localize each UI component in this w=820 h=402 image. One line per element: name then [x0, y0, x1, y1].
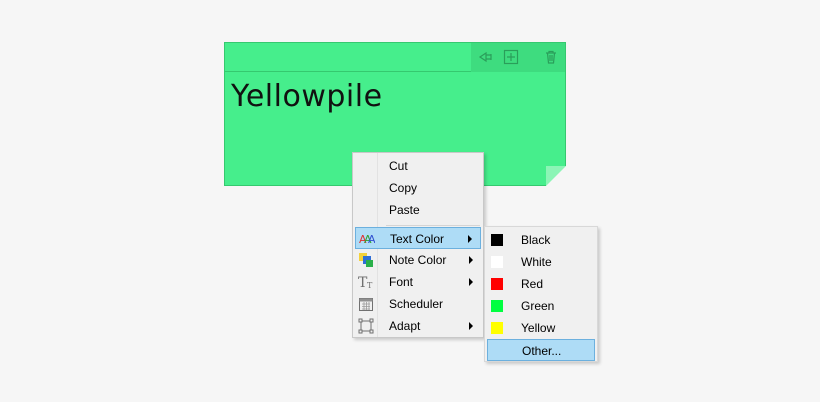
color-option-label: Black	[521, 233, 551, 247]
text-color-submenu: Black White Red Green Yellow Other...	[484, 226, 598, 362]
color-option-label: Red	[521, 277, 544, 291]
menu-item-label: Paste	[389, 203, 420, 217]
menu-item-label: Scheduler	[389, 297, 444, 311]
context-menu: Cut Copy Paste A A A Text Color Note Col…	[352, 152, 484, 338]
color-option-black[interactable]: Black	[487, 229, 595, 251]
submenu-arrow-icon	[468, 235, 472, 243]
color-swatch	[491, 300, 503, 312]
menu-item-adapt[interactable]: Adapt	[355, 315, 481, 337]
note-corner-fold	[546, 166, 566, 186]
submenu-arrow-icon	[469, 256, 473, 264]
color-option-red[interactable]: Red	[487, 273, 595, 295]
font-icon: T T	[358, 275, 373, 290]
color-option-label: White	[521, 255, 552, 269]
menu-item-note-color[interactable]: Note Color	[355, 249, 481, 271]
menu-item-copy[interactable]: Copy	[355, 177, 481, 199]
color-option-yellow[interactable]: Yellow	[487, 317, 595, 339]
color-option-label: Yellow	[521, 321, 556, 335]
menu-item-paste[interactable]: Paste	[355, 199, 481, 221]
svg-text:A: A	[368, 233, 375, 246]
pin-icon[interactable]	[477, 49, 493, 65]
menu-item-label: Note Color	[389, 253, 447, 267]
color-swatch	[491, 322, 503, 334]
menu-item-cut[interactable]: Cut	[355, 155, 481, 177]
note-toolbar	[471, 43, 565, 72]
menu-item-scheduler[interactable]: Scheduler	[355, 293, 481, 315]
text-color-icon: A A A	[359, 233, 375, 246]
menu-separator	[386, 225, 480, 226]
color-option-green[interactable]: Green	[487, 295, 595, 317]
color-option-white[interactable]: White	[487, 251, 595, 273]
add-note-icon[interactable]	[503, 49, 519, 65]
color-swatch	[491, 234, 503, 246]
submenu-arrow-icon	[469, 278, 473, 286]
menu-item-label: Adapt	[389, 319, 421, 333]
menu-item-label: Cut	[389, 159, 408, 173]
note-title[interactable]: Yellowpile	[231, 79, 383, 114]
color-swatch	[491, 256, 503, 268]
menu-item-label: Text Color	[390, 232, 445, 246]
trash-icon[interactable]	[543, 49, 559, 65]
color-option-label: Other...	[522, 344, 562, 358]
note-color-icon	[359, 253, 373, 267]
menu-item-label: Font	[389, 275, 414, 289]
color-option-other[interactable]: Other...	[487, 339, 595, 361]
color-swatch	[491, 278, 503, 290]
note-header[interactable]	[225, 43, 565, 72]
calendar-icon	[359, 298, 373, 311]
menu-item-font[interactable]: T T Font	[355, 271, 481, 293]
menu-item-label: Copy	[389, 181, 418, 195]
menu-item-text-color[interactable]: A A A Text Color	[355, 227, 481, 249]
adapt-icon	[358, 318, 374, 334]
color-option-label: Green	[521, 299, 555, 313]
svg-text:T: T	[367, 281, 373, 290]
submenu-arrow-icon	[469, 322, 473, 330]
